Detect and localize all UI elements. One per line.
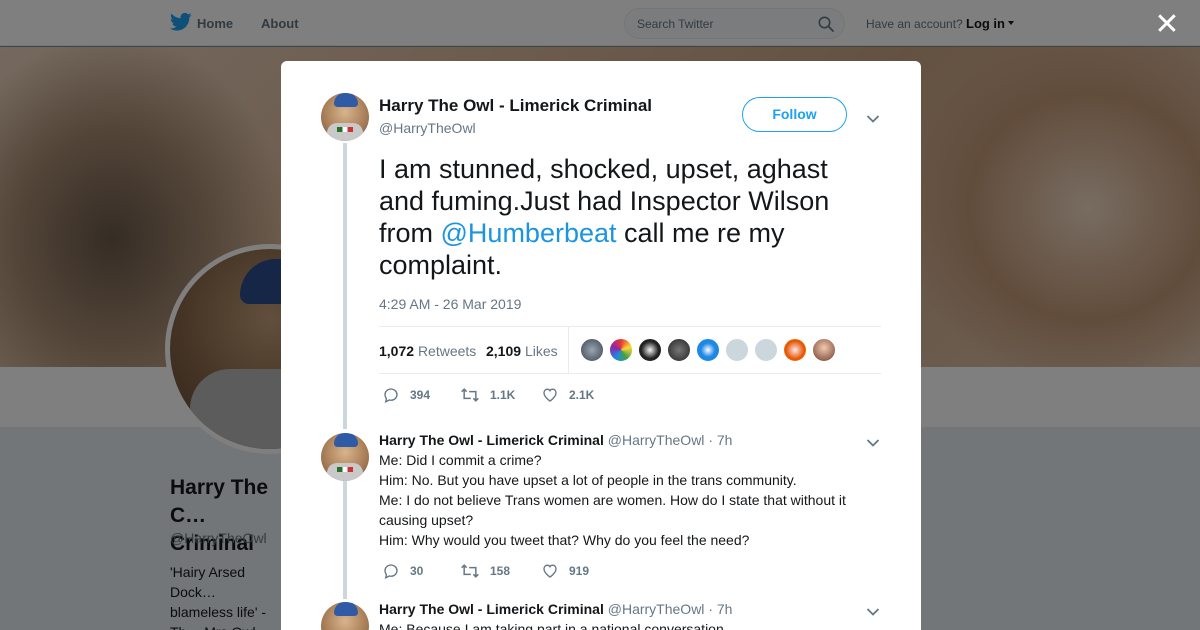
retweets-label: Retweets [417,343,477,359]
retweets-stat[interactable]: 1,072 Retweets [379,343,476,359]
reply-line: Him: No. But you have upset a lot of peo… [379,472,797,488]
tweet-actions: 394 1.1K 2.1K [382,386,682,406]
default-avatar-icon[interactable] [754,338,778,362]
reply-action[interactable]: 30 [382,562,423,580]
reply-author-name[interactable]: Harry The Owl - Limerick Criminal [379,601,604,617]
reply-line: Him: Why would you tweet that? Why do yo… [379,532,750,548]
reply-author-name[interactable]: Harry The Owl - Limerick Criminal [379,432,604,448]
chevron-down-icon[interactable] [866,604,880,616]
reply-age[interactable]: · 7h [708,601,732,617]
liker-avatar[interactable] [696,338,720,362]
author-name[interactable]: Harry The Owl - Limerick Criminal [379,96,652,116]
retweet-icon [461,388,479,402]
reply-line: Me: Because I am taking part in a nation… [379,621,728,630]
retweets-count: 1,072 [379,343,415,359]
likes-stat[interactable]: 2,109 Likes [486,343,558,359]
liker-avatar[interactable] [580,338,604,362]
thread-line [343,481,347,599]
retweet-count: 1.1K [490,388,516,402]
reply-actions: 30 158 919 [382,562,682,582]
close-icon[interactable]: ✕ [1152,10,1182,40]
heart-icon [543,564,557,578]
liker-avatar[interactable] [783,338,807,362]
like-count: 919 [569,564,590,578]
reply-action[interactable]: 394 [382,386,430,404]
reply-author-avatar[interactable] [321,433,369,481]
retweet-count: 158 [490,564,511,578]
reply-icon [384,564,398,579]
chevron-down-icon[interactable] [866,111,880,123]
tweet-modal: Harry The Owl - Limerick Criminal @Harry… [281,61,921,630]
retweet-action[interactable]: 158 [460,562,510,580]
author-handle[interactable]: @HarryTheOwl [379,120,476,136]
retweet-action[interactable]: 1.1K [460,386,515,404]
tweet-stats: 1,072 Retweets 2,109 Likes [379,326,881,374]
follow-button[interactable]: Follow [742,97,847,132]
reply-header: Harry The Owl - Limerick Criminal @Harry… [379,432,732,448]
tweet-timestamp[interactable]: 4:29 AM - 26 Mar 2019 [379,296,521,312]
thread-line [343,143,347,429]
author-avatar[interactable] [321,93,369,141]
reply-author-handle[interactable]: @HarryTheOwl [608,432,705,448]
like-count: 2.1K [569,388,595,402]
likes-count: 2,109 [486,343,522,359]
liker-avatar[interactable] [667,338,691,362]
reply-author-handle[interactable]: @HarryTheOwl [608,601,705,617]
liker-avatar[interactable] [609,338,633,362]
liker-avatar[interactable] [638,338,662,362]
default-avatar-icon[interactable] [725,338,749,362]
reply-icon [384,388,398,403]
liker-avatar[interactable] [812,338,836,362]
reply-header: Harry The Owl - Limerick Criminal @Harry… [379,601,732,617]
reply-text: Me: Because I am taking part in a nation… [379,619,869,630]
reply-count: 30 [410,564,424,578]
tweet-text: I am stunned, shocked, upset, aghast and… [379,153,859,281]
reply-count: 394 [410,388,431,402]
retweet-icon [461,564,479,578]
mention-link[interactable]: @Humberbeat [441,218,617,248]
reply-line: Me: Did I commit a crime? [379,452,542,468]
reply-author-avatar[interactable] [321,602,369,630]
reply-age[interactable]: · 7h [708,432,732,448]
reply-line: Me: I do not believe Trans women are wom… [379,492,846,528]
like-action[interactable]: 919 [541,562,589,580]
like-action[interactable]: 2.1K [541,386,594,404]
chevron-down-icon[interactable] [866,435,880,447]
divider [568,327,569,374]
heart-icon [543,388,557,402]
reply-text: Me: Did I commit a crime? Him: No. But y… [379,450,869,550]
likes-label: Likes [524,343,558,359]
